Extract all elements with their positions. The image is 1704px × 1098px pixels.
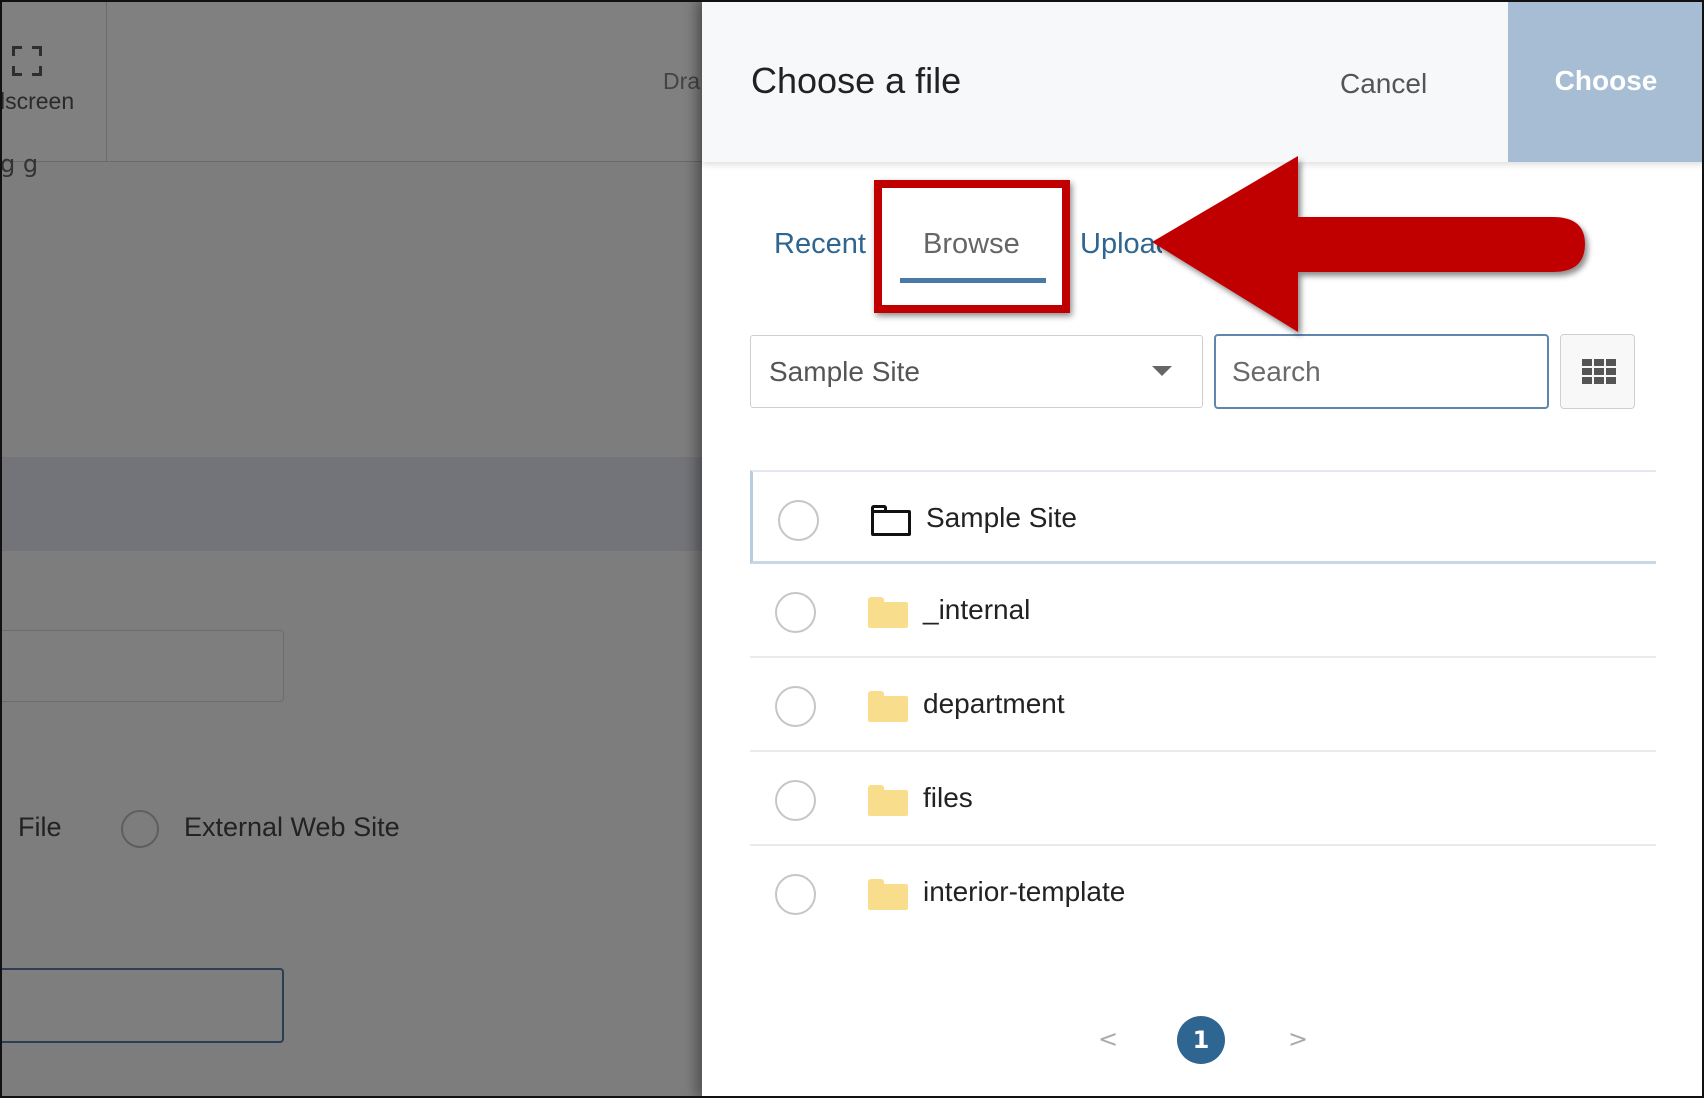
file-option-label: File: [18, 812, 62, 842]
list-item[interactable]: interior-template: [750, 846, 1656, 940]
folder-outline-icon: [871, 505, 911, 536]
background-toolbar: lscreen Dra: [0, 0, 702, 162]
site-select[interactable]: Sample Site: [750, 335, 1203, 408]
cancel-button[interactable]: Cancel: [1340, 68, 1427, 100]
list-item[interactable]: department: [750, 658, 1656, 752]
file-name: _internal: [923, 594, 1031, 625]
row-radio[interactable]: [775, 780, 816, 821]
background-text-field[interactable]: [0, 630, 284, 702]
panel-header: Choose a file Cancel Choose: [702, 0, 1704, 162]
fullscreen-button[interactable]: lscreen: [0, 0, 107, 162]
list-item[interactable]: Sample Site: [750, 470, 1656, 564]
file-name: department: [923, 688, 1065, 719]
list-item[interactable]: files: [750, 752, 1656, 846]
file-name: interior-template: [923, 876, 1126, 907]
background-page: lscreen Dra g g File External Web Site: [0, 0, 702, 1098]
pagination-current-page[interactable]: 1: [1177, 1016, 1225, 1064]
grid-icon: [1582, 359, 1616, 385]
pagination-prev[interactable]: <: [1098, 1025, 1118, 1053]
row-radio[interactable]: [775, 874, 816, 915]
folder-icon: [868, 785, 908, 816]
file-name: files: [923, 782, 973, 813]
pagination-next[interactable]: >: [1288, 1025, 1308, 1053]
file-list: Sample Site _internal department files i…: [750, 470, 1656, 940]
active-tab-indicator: [900, 278, 1046, 283]
fullscreen-icon: [12, 46, 42, 76]
panel-title: Choose a file: [751, 60, 962, 101]
site-select-value: Sample Site: [769, 356, 920, 387]
folder-icon: [868, 879, 908, 910]
background-link-field[interactable]: [0, 968, 284, 1043]
choose-button[interactable]: Choose: [1508, 0, 1704, 162]
row-radio[interactable]: [775, 686, 816, 727]
background-partial-text: g g: [0, 150, 39, 178]
choose-file-panel: Choose a file Cancel Choose Recent Brows…: [702, 0, 1704, 1098]
tab-upload[interactable]: Upload: [1080, 228, 1162, 261]
file-name: Sample Site: [926, 502, 1077, 533]
row-radio[interactable]: [775, 592, 816, 633]
grid-view-button[interactable]: [1560, 334, 1635, 409]
tab-recent[interactable]: Recent: [774, 228, 866, 261]
folder-icon: [868, 691, 908, 722]
search-input[interactable]: [1214, 334, 1549, 409]
list-item[interactable]: _internal: [750, 564, 1656, 658]
row-radio[interactable]: [778, 500, 819, 541]
folder-icon: [868, 597, 908, 628]
draft-label: Dra: [663, 68, 701, 94]
background-section-band: [0, 457, 702, 551]
tab-browse[interactable]: Browse: [923, 228, 1020, 261]
chevron-down-icon: [1152, 366, 1172, 376]
external-site-label: External Web Site: [184, 812, 400, 842]
external-site-radio[interactable]: [121, 810, 159, 848]
fullscreen-label: lscreen: [0, 88, 75, 114]
